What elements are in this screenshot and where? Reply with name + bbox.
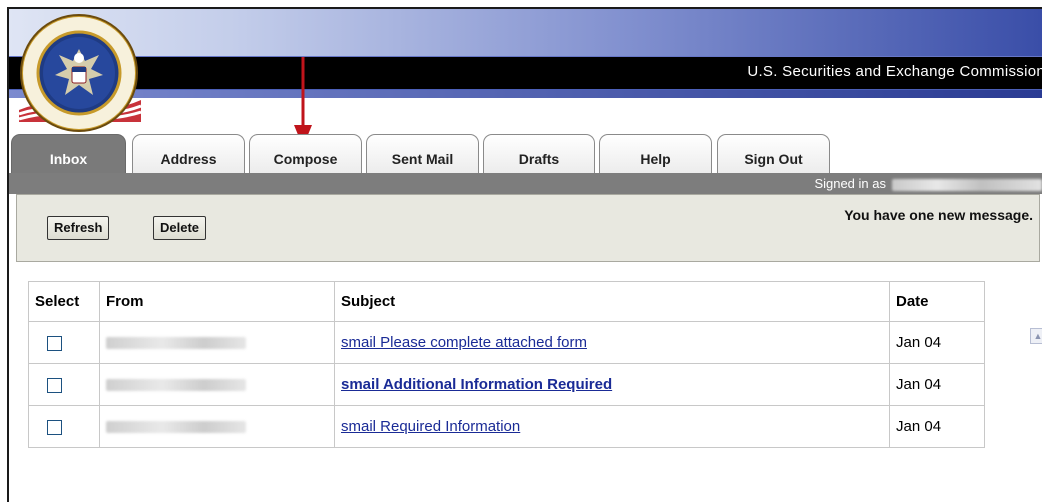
tab-sent-mail[interactable]: Sent Mail [366, 134, 479, 173]
signed-in-label: Signed in as [814, 176, 886, 191]
tab-drafts[interactable]: Drafts [483, 134, 595, 173]
date-cell: Jan 04 [889, 405, 985, 448]
new-message-notice: You have one new message. [844, 207, 1033, 223]
subject-link[interactable]: smail Please complete attached form [341, 334, 587, 351]
message-table: Select From Subject Date smail Please co… [28, 281, 985, 448]
scrollbar-up-button[interactable]: ▲ [1030, 328, 1042, 344]
table-row: smail Additional Information Required Ja… [28, 363, 985, 406]
from-cell [99, 405, 335, 448]
table-header-row: Select From Subject Date [28, 281, 985, 322]
tab-strip: Inbox Address Compose Sent Mail Drafts H… [9, 133, 1042, 173]
agency-title: U.S. Securities and Exchange Commission [747, 63, 1042, 80]
select-checkbox[interactable] [47, 335, 62, 351]
refresh-button[interactable]: Refresh [47, 216, 110, 240]
from-cell [99, 321, 335, 364]
user-email-redacted [892, 178, 1042, 191]
select-cell [28, 321, 100, 364]
header-band [9, 9, 1042, 57]
table-row: smail Please complete attached form Jan … [28, 321, 985, 364]
subject-cell: smail Required Information [334, 405, 890, 448]
mail-toolbar: Refresh Delete You have one new message. [16, 194, 1040, 262]
column-header-from: From [99, 281, 335, 322]
signed-in-status: Signed in as [814, 173, 1042, 194]
subject-link[interactable]: smail Required Information [341, 418, 520, 435]
sender-redacted [106, 379, 246, 392]
sender-redacted [106, 421, 246, 434]
tab-bar: Signed in as [9, 173, 1042, 194]
column-header-select: Select [28, 281, 100, 322]
header-blue-strip [9, 90, 1042, 98]
tab-help[interactable]: Help [599, 134, 712, 173]
from-cell [99, 363, 335, 406]
sec-seal-icon [20, 14, 138, 132]
tab-address[interactable]: Address [132, 134, 245, 173]
subject-cell: smail Please complete attached form [334, 321, 890, 364]
webmail-window: U.S. Securities and Exchange Commission … [7, 7, 1042, 502]
sender-redacted [106, 337, 246, 350]
subject-link-unread[interactable]: smail Additional Information Required [341, 376, 612, 393]
tab-compose[interactable]: Compose [249, 134, 362, 173]
select-checkbox[interactable] [47, 377, 62, 393]
date-cell: Jan 04 [889, 363, 985, 406]
column-header-subject: Subject [334, 281, 890, 322]
delete-button[interactable]: Delete [153, 216, 207, 240]
column-header-date: Date [889, 281, 985, 322]
subject-cell: smail Additional Information Required [334, 363, 890, 406]
table-row: smail Required Information Jan 04 [28, 405, 985, 448]
select-cell [28, 363, 100, 406]
select-checkbox[interactable] [47, 419, 62, 435]
date-cell: Jan 04 [889, 321, 985, 364]
tab-inbox[interactable]: Inbox [11, 134, 126, 173]
select-cell [28, 405, 100, 448]
tab-sign-out[interactable]: Sign Out [717, 134, 830, 173]
